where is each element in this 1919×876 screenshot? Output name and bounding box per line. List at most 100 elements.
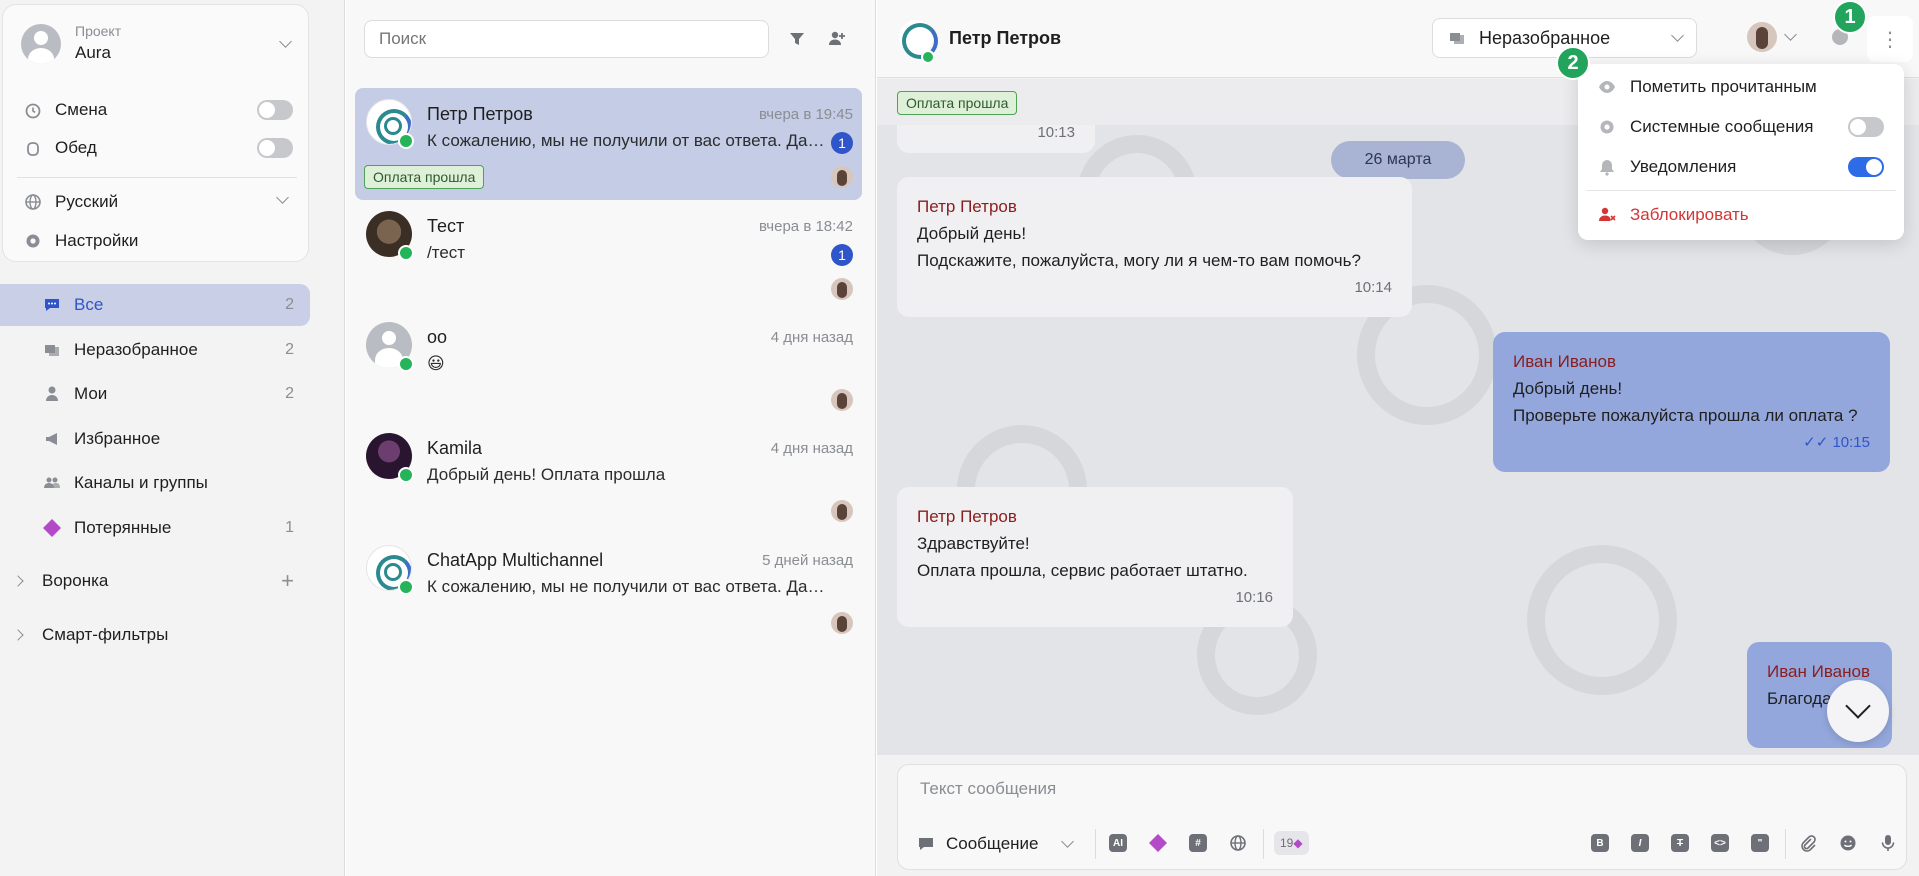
project-selector[interactable]: Проект Aura [21,21,296,67]
notifications-item[interactable]: Уведомления [1578,148,1904,186]
conversation-item[interactable]: Kamila 4 дня назад Добрый день! Оплата п… [355,422,862,534]
chat-options-menu: Пометить прочитанным Системные сообщения… [1578,64,1904,240]
block-user-icon [1598,206,1616,224]
chevron-down-icon [279,35,292,48]
message-text: Добрый день! [1513,379,1623,398]
nav-item-unsorted[interactable]: Неразобранное 2 [0,329,310,371]
project-card: Проект Aura Смена Обед Русский Настройки [2,4,309,262]
conversation-item[interactable]: ChatApp Multichannel 5 дней назад К сожа… [355,534,862,646]
message-type-dropdown[interactable]: Сообщение [916,829,1074,859]
conversation-item[interactable]: Тест вчера в 18:42 /тест 1 [355,200,862,312]
project-avatar [21,24,61,64]
chat-tag[interactable]: Оплата прошла [897,91,1018,115]
whatsapp-icon [398,467,414,483]
system-messages-item[interactable]: Системные сообщения [1578,108,1904,146]
italic-icon[interactable]: I [1628,831,1652,855]
lunch-row: Обед [23,133,293,163]
code-icon[interactable]: <> [1708,831,1732,855]
diamond-icon[interactable] [1146,831,1170,855]
conversation-name: Kamila [427,438,483,458]
conversation-preview: К сожалению, мы не получили от вас ответ… [427,577,827,596]
menu-item-label: Заблокировать [1630,205,1749,224]
ai-icon[interactable]: AI [1106,831,1130,855]
double-check-icon: ✓✓ [1803,434,1833,451]
sidebar: Проект Aura Смена Обед Русский Настройки… [0,0,345,876]
message-type-label: Сообщение [946,834,1039,853]
nav-count: 2 [285,296,294,313]
hashtag-icon[interactable]: # [1186,831,1210,855]
add-contact-icon[interactable] [826,28,848,50]
message-sender: Петр Петров [917,507,1017,526]
settings-link[interactable]: Настройки [23,226,293,256]
search-input[interactable] [364,20,769,58]
block-item[interactable]: Заблокировать [1578,196,1904,234]
conversation-time: 5 дней назад [762,552,853,569]
conversation-preview: /тест [427,243,466,262]
conversation-item[interactable]: Петр Петров вчера в 19:45 К сожалению, м… [355,88,862,200]
message-text: Добрый день! [917,224,1027,243]
group-smart-filters[interactable]: Смарт-фильтры [12,620,294,650]
nav-label: Потерянные [74,518,172,537]
divider [17,177,297,178]
emoji-icon[interactable] [1836,831,1860,855]
add-icon[interactable]: + [281,570,294,592]
filter-icon[interactable] [786,28,808,50]
chevron-down-icon[interactable] [1784,28,1797,41]
nav-item-favorites[interactable]: Избранное [0,418,310,460]
shift-toggle[interactable] [257,100,293,120]
mark-as-read-item[interactable]: Пометить прочитанным [1578,68,1904,106]
bold-icon[interactable]: B [1588,831,1612,855]
group-label: Смарт-фильтры [42,625,169,644]
message-bubble: Петр Петров Здравствуйте! Оплата прошла,… [897,487,1293,627]
nav-item-mine[interactable]: Мои 2 [0,373,310,415]
lunch-label: Обед [55,138,97,157]
language-label: Русский [55,192,119,211]
microphone-icon[interactable] [1876,831,1900,855]
conversation-item[interactable]: oo 4 дня назад 😃 [355,311,862,423]
nav-item-all[interactable]: Все 2 [0,284,310,326]
contact-name[interactable]: Петр Петров [949,28,1061,49]
status-label: Неразобранное [1479,27,1611,48]
conversation-preview: Добрый день! Оплата прошла [427,465,666,484]
scroll-down-button[interactable] [1827,680,1889,742]
gear-icon [1598,118,1616,136]
nav-item-lost[interactable]: Потерянные 1 [0,507,310,549]
strikethrough-icon[interactable]: T [1668,831,1692,855]
message-input[interactable]: Текст сообщения [920,779,1056,799]
language-selector[interactable]: Русский [23,187,293,217]
nav-label: Неразобранное [74,340,198,359]
lunch-toggle[interactable] [257,138,293,158]
message-text: Проверьте пожалуйста прошла ли оплата ? [1513,406,1858,425]
alarm-clock-icon [23,100,43,120]
person-icon [42,384,62,404]
chevron-right-icon [12,575,24,587]
group-funnel[interactable]: Воронка + [12,566,294,596]
globe-icon[interactable] [1226,831,1250,855]
notifications-toggle[interactable] [1848,157,1884,177]
message-time: 10:13 [1037,125,1075,141]
agent-avatar [831,500,853,522]
diamond-icon [42,518,62,538]
message-time: 10:14 [1354,279,1392,296]
nav-item-channels[interactable]: Каналы и группы [0,462,310,504]
project-name: Aura [75,43,111,62]
group-icon [42,473,62,493]
nav-count: 2 [285,385,294,402]
more-menu-button[interactable]: ⋮ [1867,16,1913,62]
nav-label: Каналы и группы [74,473,208,492]
conversation-preview: 😃 [427,354,445,373]
shift-label: Смена [55,100,108,119]
shift-row: Смена [23,95,293,125]
menu-item-label: Системные сообщения [1630,117,1814,136]
whatsapp-icon [398,133,414,149]
paperclip-icon[interactable] [1796,831,1820,855]
contact-avatar[interactable] [899,20,938,64]
quote-icon[interactable]: " [1748,831,1772,855]
agent-avatar [831,389,853,411]
nav-label: Все [74,295,104,314]
agent-avatar [831,278,853,300]
conversation-time: вчера в 19:45 [759,106,853,123]
credits-badge[interactable]: 19 ◆ [1274,831,1309,855]
assignee-avatar[interactable] [1747,22,1777,52]
system-messages-toggle[interactable] [1848,117,1884,137]
